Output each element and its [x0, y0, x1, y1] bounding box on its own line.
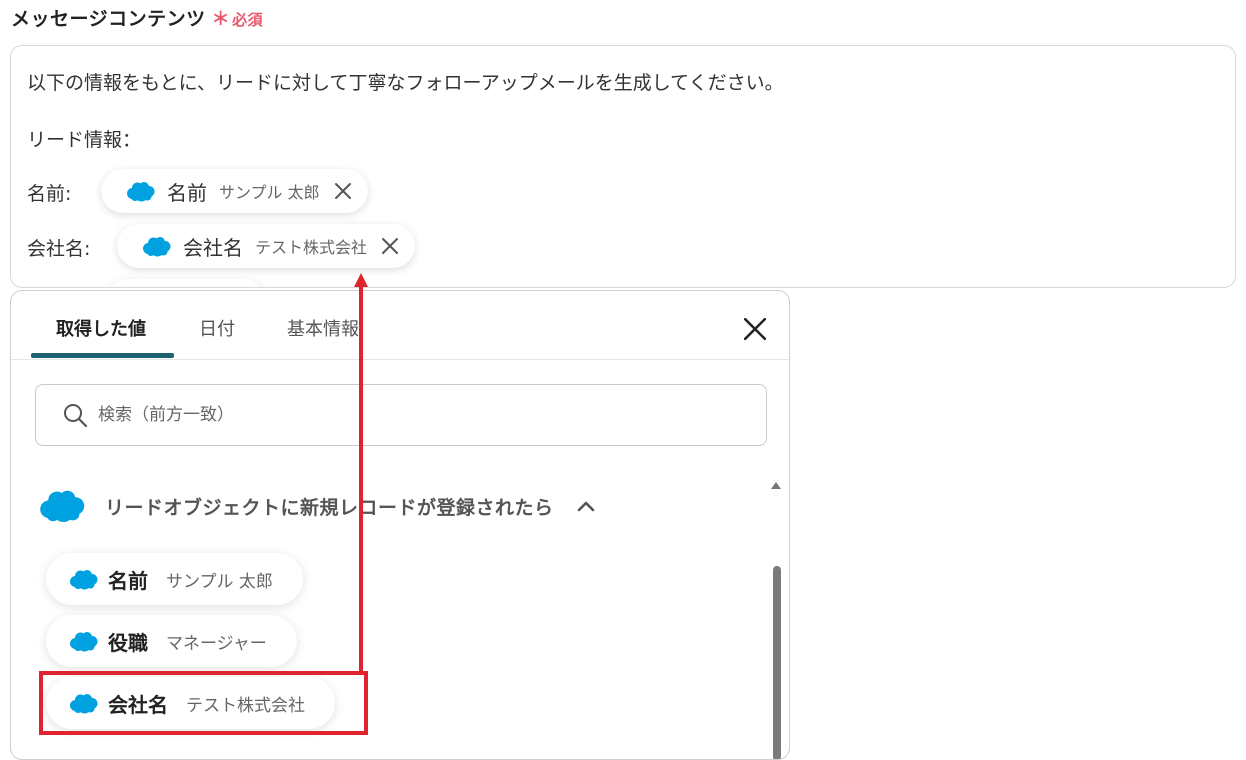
editor-line-instruction: 以下の情報をもとに、リードに対して丁寧なフォローアップメールを生成してください。 — [27, 72, 784, 94]
tab-date[interactable]: 日付 — [199, 315, 235, 341]
salesforce-cloud-icon — [68, 631, 98, 652]
highlight-box — [39, 671, 368, 735]
variable-chip-name[interactable]: 名前 サンプル 太郎 — [101, 169, 368, 213]
close-icon — [743, 317, 767, 341]
panel-tabs: 取得した値 日付 基本情報 — [11, 291, 789, 360]
panel-close-button[interactable] — [741, 315, 769, 343]
list-item-name[interactable]: 名前 サンプル 太郎 — [46, 553, 303, 605]
chip-label: 会社名 — [183, 235, 243, 260]
section-header[interactable]: リードオブジェクトに新規レコードが登録されたら — [37, 489, 596, 523]
search-icon — [64, 404, 88, 428]
scrollbar-thumb[interactable] — [773, 566, 781, 759]
variable-chip-company[interactable]: 会社名 テスト株式会社 — [117, 224, 416, 268]
active-tab-underline — [31, 353, 174, 358]
annotation-arrow-line — [359, 286, 363, 673]
scroll-up-arrow[interactable] — [771, 481, 781, 489]
variable-chip-partial — [106, 279, 266, 287]
editor-prefix-name: 名前: — [27, 183, 72, 205]
item-value: マネージャー — [166, 633, 267, 654]
section-title: リードオブジェクトに新規レコードが登録されたら — [105, 496, 554, 519]
editor-prefix-company: 会社名: — [27, 238, 91, 260]
chip-remove-button[interactable] — [377, 233, 403, 259]
chip-remove-button[interactable] — [330, 178, 356, 204]
list-item-title[interactable]: 役職 マネージャー — [46, 615, 297, 667]
chip-label: 名前 — [167, 180, 207, 205]
chevron-up-icon[interactable] — [576, 499, 596, 513]
tab-acquired-values[interactable]: 取得した値 — [56, 315, 146, 341]
salesforce-cloud-icon — [141, 236, 171, 257]
salesforce-cloud-icon — [37, 489, 85, 523]
message-editor[interactable]: 以下の情報をもとに、リードに対して丁寧なフォローアップメールを生成してください。… — [10, 45, 1236, 288]
required-asterisk: ＊ — [211, 9, 231, 30]
chip-value: テスト株式会社 — [255, 238, 368, 257]
search-field — [35, 384, 767, 446]
item-label: 役職 — [108, 630, 148, 655]
annotation-arrow-head — [354, 273, 368, 287]
salesforce-cloud-icon — [125, 181, 155, 202]
required-text: 必須 — [232, 11, 264, 29]
field-label: メッセージコンテンツ＊必須 — [11, 4, 263, 31]
search-input[interactable] — [96, 404, 700, 426]
item-label: 名前 — [108, 568, 148, 593]
item-value: サンプル 太郎 — [166, 571, 273, 592]
editor-line-lead-info: リード情報： — [27, 129, 142, 151]
close-icon — [380, 236, 400, 256]
tab-basic-info[interactable]: 基本情報 — [287, 315, 359, 341]
close-icon — [333, 181, 353, 201]
chip-value: サンプル 太郎 — [219, 183, 320, 202]
field-label-text: メッセージコンテンツ — [11, 8, 206, 30]
salesforce-cloud-icon — [68, 569, 98, 590]
